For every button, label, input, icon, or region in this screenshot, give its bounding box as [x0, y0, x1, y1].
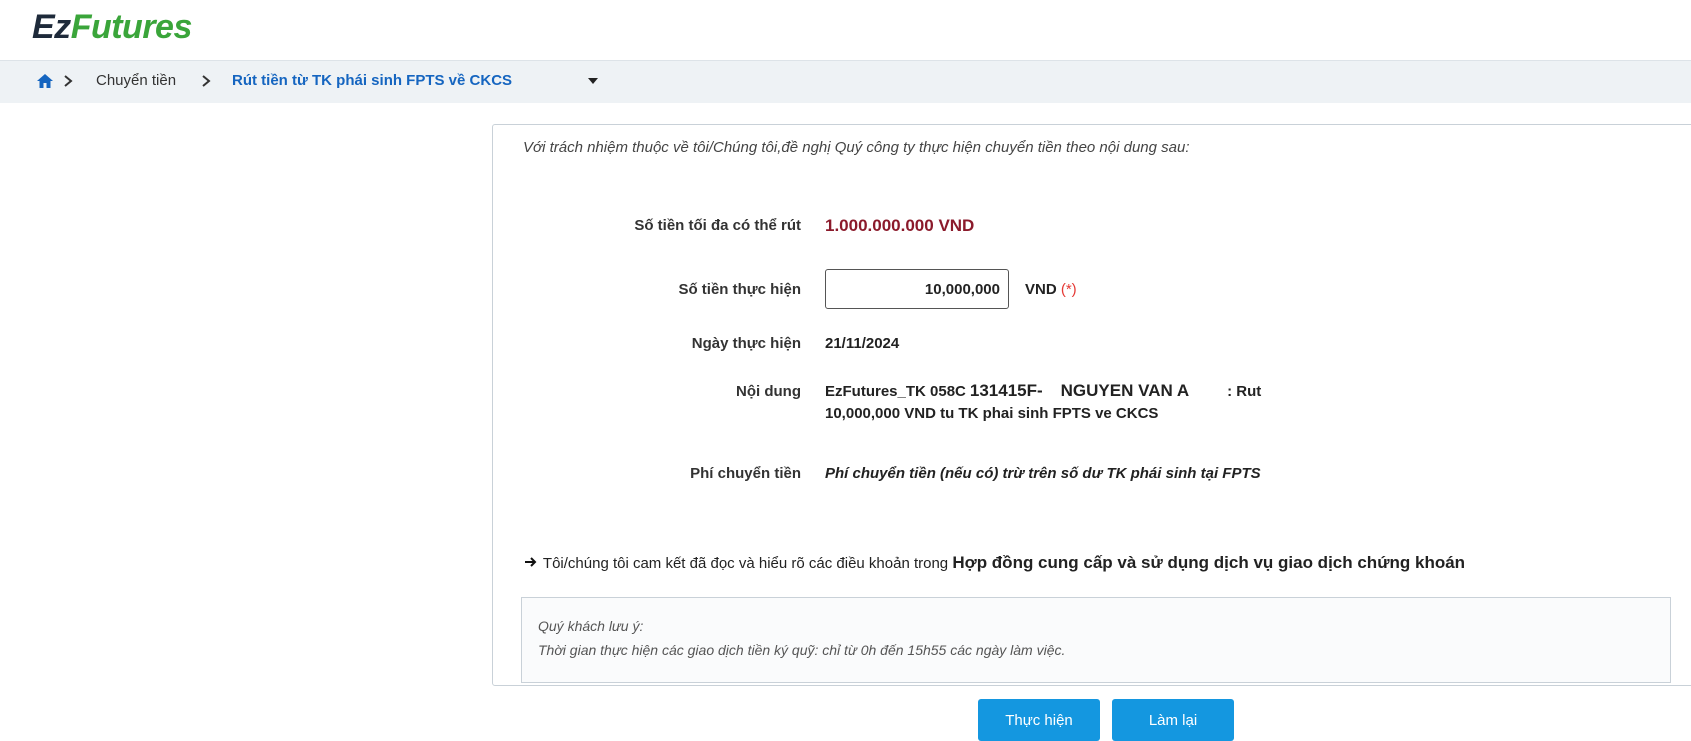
max-amount-value: 1.000.000.000 VND: [825, 216, 975, 235]
breadcrumb-item-transfer[interactable]: Chuyển tiền: [96, 72, 176, 89]
date-label: Ngày thực hiện: [691, 335, 801, 352]
reset-button[interactable]: Làm lại: [1112, 699, 1234, 741]
chevron-right-icon: [202, 75, 211, 87]
note-text: Thời gian thực hiện các giao dịch tiền k…: [538, 642, 1066, 658]
commitment-line: Tôi/chúng tôi cam kết đã đọc và hiểu rõ …: [523, 553, 1465, 573]
amount-unit: VND (*): [1025, 281, 1077, 298]
chevron-right-icon: [64, 75, 73, 87]
fee-label: Phí chuyển tiền: [690, 465, 801, 482]
chevron-down-icon[interactable]: [588, 78, 598, 84]
logo-futures: Futures: [70, 8, 193, 46]
withdraw-form-panel: Với trách nhiệm thuộc về tôi/Chúng tôi,đ…: [492, 124, 1691, 686]
max-amount-label: Số tiền tối đa có thể rút: [634, 217, 801, 234]
content-line-1: EzFutures_TK 058C 131415F- NGUYEN VAN A : R…: [825, 381, 1261, 401]
content-prefix: EzFutures_TK 058C: [825, 383, 966, 400]
amount-label: Số tiền thực hiện: [678, 281, 801, 298]
home-icon[interactable]: [36, 72, 54, 90]
required-mark: (*): [1060, 281, 1077, 298]
commitment-text: Tôi/chúng tôi cam kết đã đọc và hiểu rõ …: [542, 555, 949, 572]
date-value: 21/11/2024: [825, 335, 900, 352]
breadcrumb-item-current[interactable]: Rút tiền từ TK phái sinh FPTS về CKCS: [232, 72, 512, 89]
content-name: NGUYEN VAN A: [1060, 381, 1190, 400]
logo-ez: Ez: [32, 8, 71, 46]
app-logo: EzFutures: [32, 8, 192, 47]
submit-button[interactable]: Thực hiện: [978, 699, 1100, 741]
content-line-2: 10,000,000 VND tu TK phai sinh FPTS ve C…: [825, 405, 1159, 422]
form-intro: Với trách nhiệm thuộc về tôi/Chúng tôi,đ…: [523, 139, 1190, 156]
content-account: 131415F-: [969, 381, 1043, 400]
note-box: Quý khách lưu ý: Thời gian thực hiện các…: [521, 597, 1671, 683]
contract-link[interactable]: Hợp đồng cung cấp và sử dụng dịch vụ gia…: [952, 553, 1465, 572]
amount-input[interactable]: [825, 269, 1009, 309]
breadcrumb: Chuyển tiền Rút tiền từ TK phái sinh FPT…: [0, 60, 1691, 103]
arrow-right-icon: [525, 557, 537, 567]
amount-unit-text: VND: [1025, 281, 1057, 298]
content-suffix: : Rut: [1227, 383, 1262, 400]
note-title: Quý khách lưu ý:: [538, 618, 644, 634]
content-label: Nội dung: [736, 383, 801, 400]
fee-value: Phí chuyển tiền (nếu có) trừ trên số dư …: [825, 465, 1261, 482]
